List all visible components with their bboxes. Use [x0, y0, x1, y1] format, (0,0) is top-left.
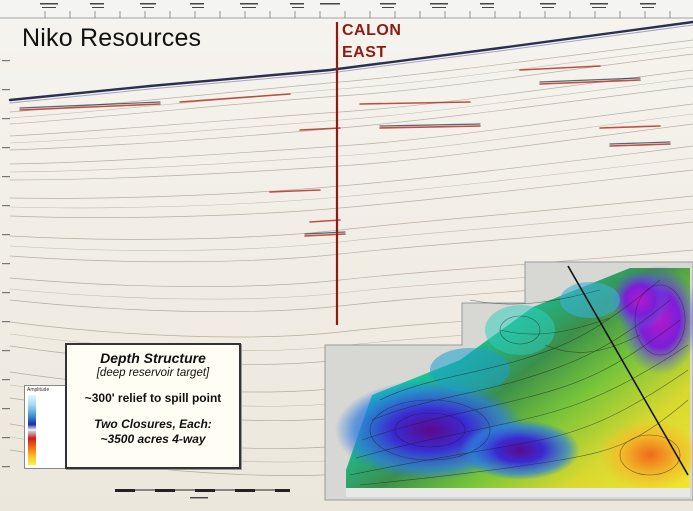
legend-relief: ~300' relief to spill point — [84, 391, 222, 405]
amplitude-color-bar — [28, 395, 36, 465]
legend-closures-line2: ~3500 acres 4-way — [100, 432, 206, 446]
depth-structure-legend: Depth Structure [deep reservoir target] … — [65, 343, 241, 469]
shotpoint-header — [0, 0, 693, 19]
amplitude-color-key: Amplitude — [24, 385, 66, 469]
amplitude-key-title: Amplitude — [27, 387, 50, 393]
legend-title: Depth Structure — [100, 350, 206, 366]
company-name: Niko Resources — [22, 24, 202, 52]
legend-closures-line1: Two Closures, Each: — [94, 417, 212, 431]
legend-subtitle: [deep reservoir target] — [96, 367, 210, 379]
well-name-line2: EAST — [342, 44, 387, 61]
well-name-line1: CALON — [342, 22, 402, 39]
